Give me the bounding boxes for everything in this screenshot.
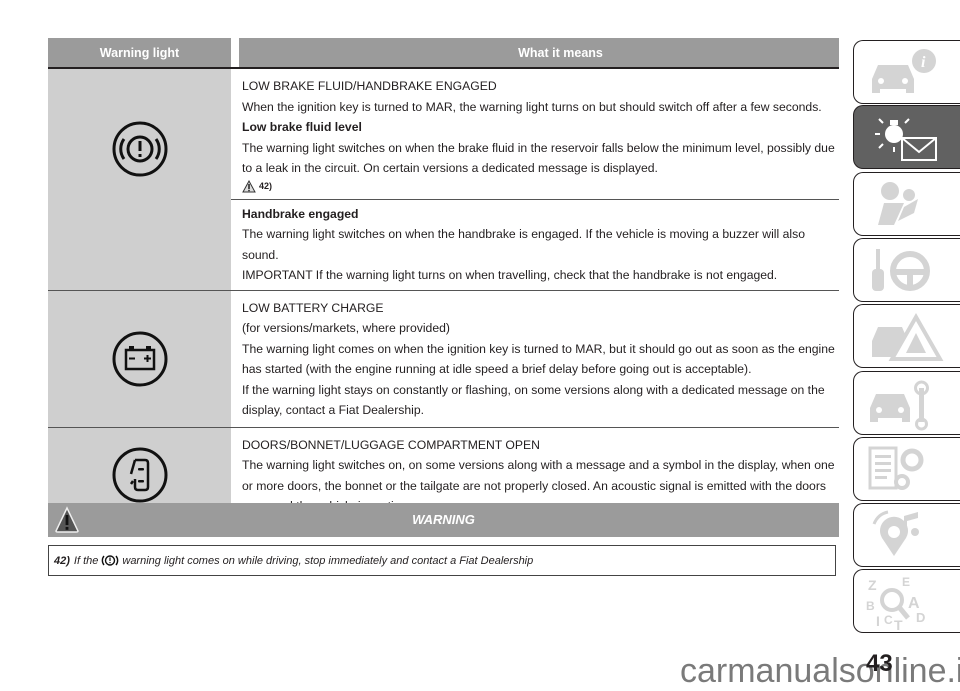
warning-banner: WARNING [48, 503, 839, 537]
svg-text:B: B [866, 599, 875, 613]
accident-warning-icon [872, 312, 944, 361]
sidebar-tab-technical-data[interactable] [853, 437, 960, 501]
svg-text:D: D [916, 610, 925, 625]
table-header: Warning light What it means [48, 38, 839, 69]
warning-title: WARNING [412, 512, 475, 527]
note-prefix: If the [73, 554, 99, 567]
airbag-seat-icon [878, 182, 918, 225]
sidebar-tab-warning-lights[interactable] [853, 105, 960, 169]
brake-warning-icon [112, 121, 167, 177]
table-row: LOW BATTERY CHARGE (for versions/markets… [48, 290, 839, 428]
svg-text:C: C [884, 613, 893, 627]
document-gears-icon [868, 446, 924, 490]
row-text: IMPORTANT If the warning light turns on … [242, 268, 778, 282]
header-warning-light: Warning light [48, 38, 231, 67]
subsection-title: Handbrake engaged [242, 206, 359, 221]
row-text: The warning light comes on when the igni… [242, 341, 835, 377]
warning-note: 42) If the warning light comes on while … [48, 545, 836, 576]
alphabet-search-icon: Z EB AI C T D [866, 575, 925, 630]
svg-text:T: T [894, 617, 903, 630]
note-number: 42) [54, 554, 70, 567]
header-what-it-means: What it means [239, 38, 839, 67]
warning-reference[interactable]: 42) [242, 179, 839, 195]
svg-text:I: I [876, 613, 880, 629]
sidebar-tab-starting-driving[interactable] [853, 238, 960, 302]
warning-light-table: Warning light What it means LOW BRAKE FL… [48, 38, 839, 524]
svg-text:i: i [921, 54, 926, 71]
row-text: The warning light switches on when the h… [242, 227, 805, 262]
door-open-icon [112, 447, 167, 503]
sidebar-tab-maintenance[interactable] [853, 371, 960, 435]
description-cell: LOW BATTERY CHARGE (for versions/markets… [231, 291, 839, 427]
row-text: If the warning light stays on constantly… [242, 382, 825, 418]
sidebar-tab-multimedia[interactable] [853, 503, 960, 567]
icon-cell [48, 290, 231, 427]
car-wrench-icon [870, 380, 929, 431]
row-title: LOW BATTERY CHARGE [242, 300, 384, 315]
row-title: DOORS/BONNET/LUGGAGE COMPARTMENT OPEN [242, 437, 540, 452]
watermark: carmanualsonline.info [680, 652, 960, 690]
sidebar-tab-emergency[interactable] [853, 304, 960, 368]
sidebar-tab-index[interactable]: ZEB AICTD [853, 569, 960, 633]
subsection: Handbrake engaged The warning light swit… [231, 198, 839, 286]
note-text: warning light comes on while driving, st… [122, 554, 534, 567]
svg-text:E: E [902, 575, 910, 589]
music-location-icon [872, 510, 919, 556]
reference-number: 42) [259, 181, 273, 192]
battery-icon [112, 331, 167, 386]
row-text: The warning light switches on when the b… [242, 140, 835, 176]
warning-light-message-icon [875, 118, 937, 161]
warning-triangle-icon [242, 180, 256, 193]
sidebar-tab-car-info[interactable]: i [853, 40, 960, 104]
row-title: LOW BRAKE FLUID/HANDBRAKE ENGAGED [242, 79, 497, 93]
svg-text:Z: Z [868, 577, 877, 593]
page-number: 43 [866, 650, 893, 677]
brake-warning-icon [102, 555, 119, 566]
subsection-title: Low brake fluid level [242, 120, 362, 134]
key-steering-wheel-icon [872, 249, 930, 291]
description-cell: LOW BRAKE FLUID/HANDBRAKE ENGAGED When t… [231, 69, 839, 290]
icon-cell [48, 69, 231, 290]
sidebar-tab-safety[interactable] [853, 172, 960, 236]
row-text: (for versions/markets, where provided) [242, 321, 450, 335]
row-text: When the ignition key is turned to MAR, … [242, 99, 822, 114]
table-row: LOW BRAKE FLUID/HANDBRAKE ENGAGED When t… [48, 69, 839, 291]
car-info-icon: i [872, 49, 936, 93]
